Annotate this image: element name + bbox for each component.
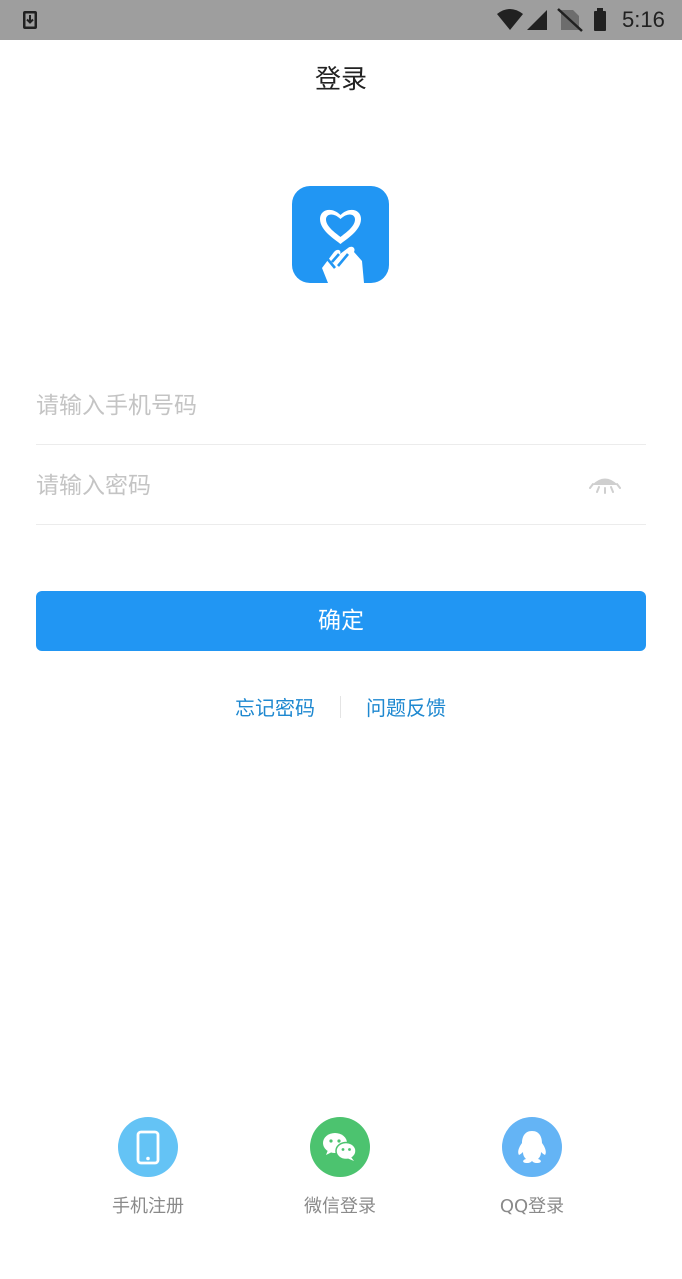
heart-hand-icon	[320, 209, 364, 283]
confirm-button[interactable]: 确定	[36, 591, 646, 651]
password-field-row	[36, 445, 646, 525]
feedback-link[interactable]: 问题反馈	[366, 692, 446, 724]
eye-closed-icon[interactable]	[589, 471, 621, 497]
phone-input[interactable]	[36, 385, 576, 427]
qq-login-button[interactable]: QQ登录	[472, 1117, 592, 1219]
phone-register-label: 手机注册	[112, 1196, 184, 1217]
forgot-password-link[interactable]: 忘记密码	[235, 692, 315, 724]
qq-icon	[518, 1131, 546, 1163]
app-logo	[292, 186, 389, 283]
phone-icon	[136, 1130, 160, 1165]
battery-icon	[594, 8, 606, 31]
status-icons	[497, 8, 606, 32]
help-links: 忘记密码 问题反馈	[0, 692, 682, 724]
phone-icon-circle	[118, 1117, 178, 1177]
wechat-icon-circle	[310, 1117, 370, 1177]
wifi-icon	[497, 9, 523, 30]
qq-login-label: QQ登录	[499, 1196, 565, 1217]
status-bar: 5:16	[0, 0, 682, 40]
phone-field-row	[36, 365, 646, 445]
phone-register-button[interactable]: 手机注册	[88, 1117, 208, 1219]
no-sim-icon	[557, 8, 583, 32]
page-title: 登录	[314, 65, 367, 95]
status-time: 5:16	[622, 7, 665, 32]
link-divider	[340, 696, 341, 718]
cell-signal-icon	[527, 10, 547, 30]
download-icon	[23, 11, 37, 29]
wechat-login-label: 微信登录	[304, 1196, 376, 1217]
qq-icon-circle	[502, 1117, 562, 1177]
wechat-login-button[interactable]: 微信登录	[280, 1117, 400, 1219]
wechat-icon	[323, 1133, 357, 1161]
password-input[interactable]	[36, 465, 576, 507]
